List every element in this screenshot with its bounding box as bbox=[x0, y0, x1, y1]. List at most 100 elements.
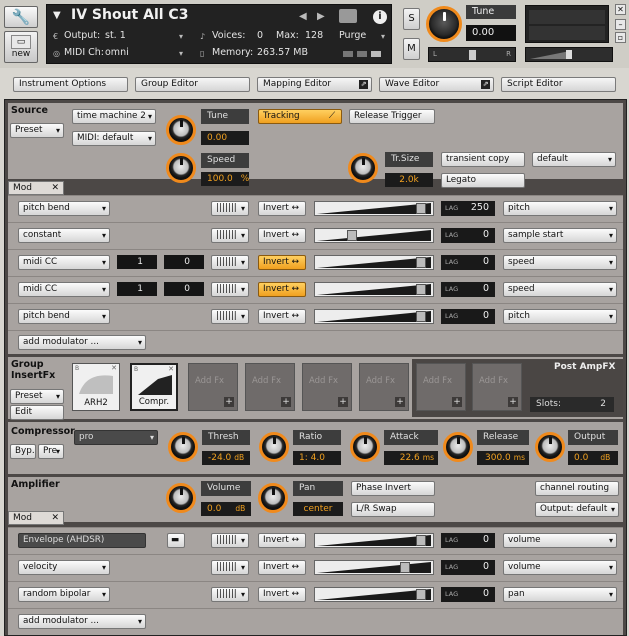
instrument-name[interactable]: IV Shout All C3 bbox=[71, 7, 188, 23]
mod-invert-button[interactable]: Invert ↔ bbox=[258, 201, 306, 216]
insertfx-edit-button[interactable]: Edit bbox=[10, 405, 64, 420]
transient-copy-button[interactable]: transient copy bbox=[441, 152, 525, 167]
mapping-editor-toggle-icon[interactable]: ⇗ bbox=[359, 80, 368, 89]
mod-invert-button[interactable]: Invert ↔ bbox=[258, 587, 306, 602]
default-dropdown[interactable]: default bbox=[532, 152, 616, 167]
mod-target-dropdown[interactable]: speed bbox=[503, 255, 617, 270]
source-mod-tab-close-icon[interactable]: ✕ bbox=[51, 182, 59, 194]
attack-value[interactable]: 22.6 ms bbox=[384, 451, 438, 465]
source-mode-dropdown[interactable]: time machine 2 bbox=[72, 109, 156, 124]
trsize-value[interactable]: 2.0k bbox=[385, 173, 433, 187]
mod-amount-slider[interactable] bbox=[314, 282, 434, 297]
mod-shape-dropdown[interactable]: ||||||| bbox=[211, 587, 249, 602]
threshold-knob[interactable] bbox=[168, 432, 198, 462]
volume-slider[interactable] bbox=[525, 47, 613, 62]
max-value[interactable]: 128 bbox=[305, 30, 323, 41]
mod-amount-handle[interactable] bbox=[415, 589, 426, 600]
mod-target-dropdown[interactable]: sample start bbox=[503, 228, 617, 243]
tune-knob[interactable] bbox=[426, 6, 462, 42]
wave-editor-toggle-icon[interactable]: ⇗ bbox=[481, 80, 490, 89]
mod-target-dropdown[interactable]: speed bbox=[503, 282, 617, 297]
amp-mod-tab[interactable]: Mod ✕ bbox=[8, 511, 64, 525]
camera-icon[interactable] bbox=[339, 9, 357, 23]
header-tune-value[interactable]: 0.00 bbox=[466, 25, 516, 41]
fx-slot-empty-4[interactable]: Add Fx + bbox=[245, 363, 295, 411]
compressor-pre-dropdown[interactable]: Pre bbox=[38, 444, 64, 459]
tab-group-editor[interactable]: Group Editor bbox=[135, 77, 250, 92]
wrench-icon[interactable]: 🔧 bbox=[4, 6, 38, 28]
info-icon[interactable]: i bbox=[373, 10, 387, 24]
mod-cc-number[interactable]: 1 bbox=[117, 282, 157, 296]
mod-shape-dropdown[interactable]: ||||||| bbox=[211, 255, 249, 270]
output-knob[interactable] bbox=[535, 432, 565, 462]
amp-add-modulator-button[interactable]: add modulator ... bbox=[18, 614, 146, 629]
fx-slot-empty-3[interactable]: Add Fx + bbox=[188, 363, 238, 411]
source-preset-button[interactable]: Preset bbox=[10, 123, 64, 138]
amp-output-dropdown[interactable]: Output: default bbox=[535, 502, 619, 517]
mod-lag-field[interactable]: LAG 0 bbox=[441, 228, 495, 243]
ratio-knob[interactable] bbox=[259, 432, 289, 462]
mod-cc-number[interactable]: 1 bbox=[117, 255, 157, 269]
purge-dropdown-icon[interactable]: ▾ bbox=[381, 32, 385, 41]
mod-shape-dropdown[interactable]: ||||||| bbox=[211, 560, 249, 575]
close-icon[interactable]: ✕ bbox=[615, 4, 626, 15]
post-fx-slot-1[interactable]: Add Fx + bbox=[416, 363, 466, 411]
compressor-bypass-button[interactable]: Byp. bbox=[10, 444, 36, 459]
mod-invert-button[interactable]: Invert ↔ bbox=[258, 255, 306, 270]
mod-amount-slider[interactable] bbox=[314, 533, 434, 548]
pan-value[interactable]: center bbox=[293, 502, 343, 516]
collapse-icon[interactable]: ▼ bbox=[53, 10, 61, 21]
mod-amount-handle[interactable] bbox=[346, 230, 357, 241]
fx-slot-compr[interactable]: B ✕ Compr. bbox=[130, 363, 178, 411]
ratio-value[interactable]: 1: 4.0 bbox=[293, 451, 341, 465]
source-midi-dropdown[interactable]: MIDI: default bbox=[72, 131, 156, 146]
mod-amount-handle[interactable] bbox=[399, 562, 410, 573]
add-fx-plus-icon[interactable]: + bbox=[508, 397, 518, 407]
mod-target-dropdown[interactable]: pitch bbox=[503, 201, 617, 216]
mod-invert-button[interactable]: Invert ↔ bbox=[258, 282, 306, 297]
mod-amount-handle[interactable] bbox=[415, 257, 426, 268]
midi-dropdown-icon[interactable]: ▾ bbox=[179, 49, 183, 58]
slots-field[interactable]: Slots: 2 bbox=[530, 397, 614, 412]
mute-button[interactable]: M bbox=[403, 38, 420, 60]
tab-mapping-editor[interactable]: Mapping Editor ⇗ bbox=[257, 77, 372, 92]
release-knob[interactable] bbox=[443, 432, 473, 462]
mod-shape-dropdown[interactable]: ||||||| bbox=[211, 282, 249, 297]
tracking-button[interactable]: Tracking ⟋ bbox=[258, 109, 342, 124]
pan-slider-handle[interactable] bbox=[469, 50, 476, 60]
mod-shape-dropdown[interactable]: ||||||| bbox=[211, 228, 249, 243]
mod-lag-field[interactable]: LAG 0 bbox=[441, 309, 495, 324]
pan-slider[interactable]: L R bbox=[428, 47, 516, 62]
next-arrow-icon[interactable]: ▶ bbox=[317, 11, 325, 22]
add-fx-plus-icon[interactable]: + bbox=[452, 397, 462, 407]
legato-button[interactable]: Legato bbox=[441, 173, 525, 188]
volume-value[interactable]: 0.0 dB bbox=[201, 502, 251, 516]
add-fx-plus-icon[interactable]: + bbox=[338, 397, 348, 407]
compressor-mode-dropdown[interactable]: pro bbox=[74, 430, 158, 445]
mod-shape-dropdown[interactable]: ||||||| bbox=[211, 201, 249, 216]
lr-swap-button[interactable]: L/R Swap bbox=[351, 502, 435, 517]
mod-source-dropdown[interactable]: pitch bend bbox=[18, 201, 110, 216]
add-fx-plus-icon[interactable]: + bbox=[395, 397, 405, 407]
source-mod-tab[interactable]: Mod ✕ bbox=[8, 181, 64, 195]
release-trigger-button[interactable]: Release Trigger bbox=[349, 109, 435, 124]
mod-amount-handle[interactable] bbox=[415, 311, 426, 322]
mod-lag-field[interactable]: LAG 0 bbox=[441, 255, 495, 270]
aux-icon[interactable]: ▫ bbox=[615, 32, 626, 43]
mod-invert-button[interactable]: Invert ↔ bbox=[258, 228, 306, 243]
mod-amount-slider[interactable] bbox=[314, 587, 434, 602]
mod-lag-field[interactable]: LAG 0 bbox=[441, 587, 495, 602]
envelope-edit-icon[interactable]: ▬ bbox=[167, 533, 185, 548]
release-value[interactable]: 300.0 ms bbox=[477, 451, 529, 465]
mod-invert-button[interactable]: Invert ↔ bbox=[258, 560, 306, 575]
threshold-value[interactable]: -24.0 dB bbox=[202, 451, 250, 465]
mod-cc-default[interactable]: 0 bbox=[164, 282, 204, 296]
mod-lag-field[interactable]: LAG 0 bbox=[441, 533, 495, 548]
mod-target-dropdown[interactable]: volume bbox=[503, 533, 617, 548]
speed-value[interactable]: 100.0% bbox=[201, 172, 249, 186]
mod-target-dropdown[interactable]: pitch bbox=[503, 309, 617, 324]
mod-amount-slider[interactable] bbox=[314, 309, 434, 324]
volume-knob[interactable] bbox=[166, 483, 196, 513]
mod-amount-handle[interactable] bbox=[415, 284, 426, 295]
mod-source-dropdown[interactable]: velocity bbox=[18, 560, 110, 575]
